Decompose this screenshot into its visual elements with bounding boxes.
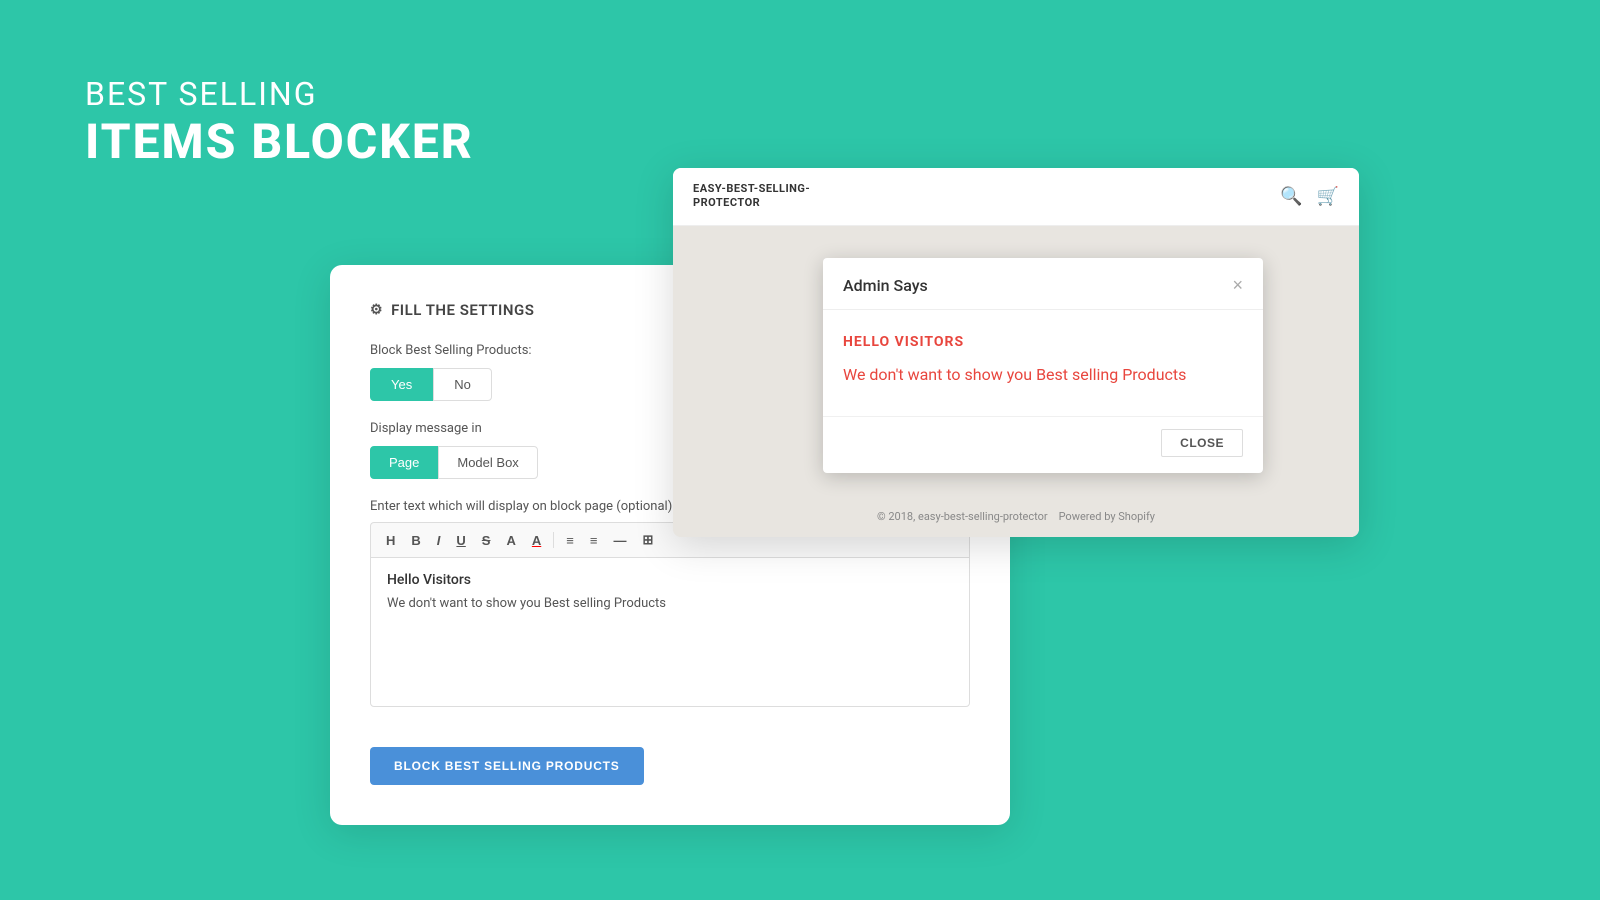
modal-header: Admin Says × — [823, 258, 1263, 310]
toolbar-separator-1 — [553, 532, 554, 548]
modal-overlay: Admin Says × HELLO VISITORS We don't wan… — [673, 226, 1359, 496]
modal-footer: CLOSE — [823, 416, 1263, 473]
heading-btn[interactable]: H — [379, 530, 402, 551]
divider-btn[interactable]: — — [606, 530, 633, 551]
editor-line1: Hello Visitors — [387, 572, 953, 588]
header-icons: 🔍 🛒 — [1280, 186, 1339, 207]
modal-message: We don't want to show you Best selling P… — [843, 364, 1243, 386]
modal-close-x-button[interactable]: × — [1232, 276, 1243, 294]
modal-title: Admin Says — [843, 276, 928, 295]
bold-btn[interactable]: B — [404, 530, 427, 551]
strikethrough-btn[interactable]: S — [475, 530, 498, 551]
modal-dialog: Admin Says × HELLO VISITORS We don't wan… — [823, 258, 1263, 473]
ordered-list-btn[interactable]: ≡ — [559, 530, 581, 551]
shopify-body: Admin Says × HELLO VISITORS We don't wan… — [673, 226, 1359, 496]
search-icon[interactable]: 🔍 — [1280, 186, 1302, 207]
color-btn[interactable]: A — [499, 530, 522, 551]
shopify-footer: © 2018, easy-best-selling-protector Powe… — [673, 496, 1359, 537]
highlight-btn[interactable]: A — [525, 530, 548, 551]
model-box-button[interactable]: Model Box — [438, 446, 537, 479]
gear-icon: ⚙ — [370, 302, 383, 318]
modal-body: HELLO VISITORS We don't want to show you… — [823, 310, 1263, 416]
editor-content[interactable]: Hello Visitors We don't want to show you… — [370, 557, 970, 707]
italic-btn[interactable]: I — [430, 530, 448, 551]
page-title: BEST SELLING ITEMS BLOCKER — [85, 75, 474, 170]
shopify-panel: EASY-BEST-SELLING- PROTECTOR 🔍 🛒 Admin S… — [673, 168, 1359, 537]
title-line2: ITEMS BLOCKER — [85, 113, 474, 170]
table-btn[interactable]: ⊞ — [635, 529, 660, 551]
no-button[interactable]: No — [433, 368, 492, 401]
title-line1: BEST SELLING — [85, 75, 474, 113]
block-best-selling-button[interactable]: BLOCK BEST SELLING PRODUCTS — [370, 747, 644, 785]
modal-greeting: HELLO VISITORS — [843, 334, 1243, 350]
editor-line2: We don't want to show you Best selling P… — [387, 596, 953, 611]
unordered-list-btn[interactable]: ≡ — [583, 530, 605, 551]
cart-icon[interactable]: 🛒 — [1317, 186, 1339, 207]
underline-btn[interactable]: U — [449, 530, 472, 551]
page-button[interactable]: Page — [370, 446, 438, 479]
store-name: EASY-BEST-SELLING- PROTECTOR — [693, 182, 810, 211]
shopify-header: EASY-BEST-SELLING- PROTECTOR 🔍 🛒 — [673, 168, 1359, 226]
yes-button[interactable]: Yes — [370, 368, 433, 401]
editor-empty-space — [387, 611, 953, 691]
modal-close-button[interactable]: CLOSE — [1161, 429, 1243, 457]
